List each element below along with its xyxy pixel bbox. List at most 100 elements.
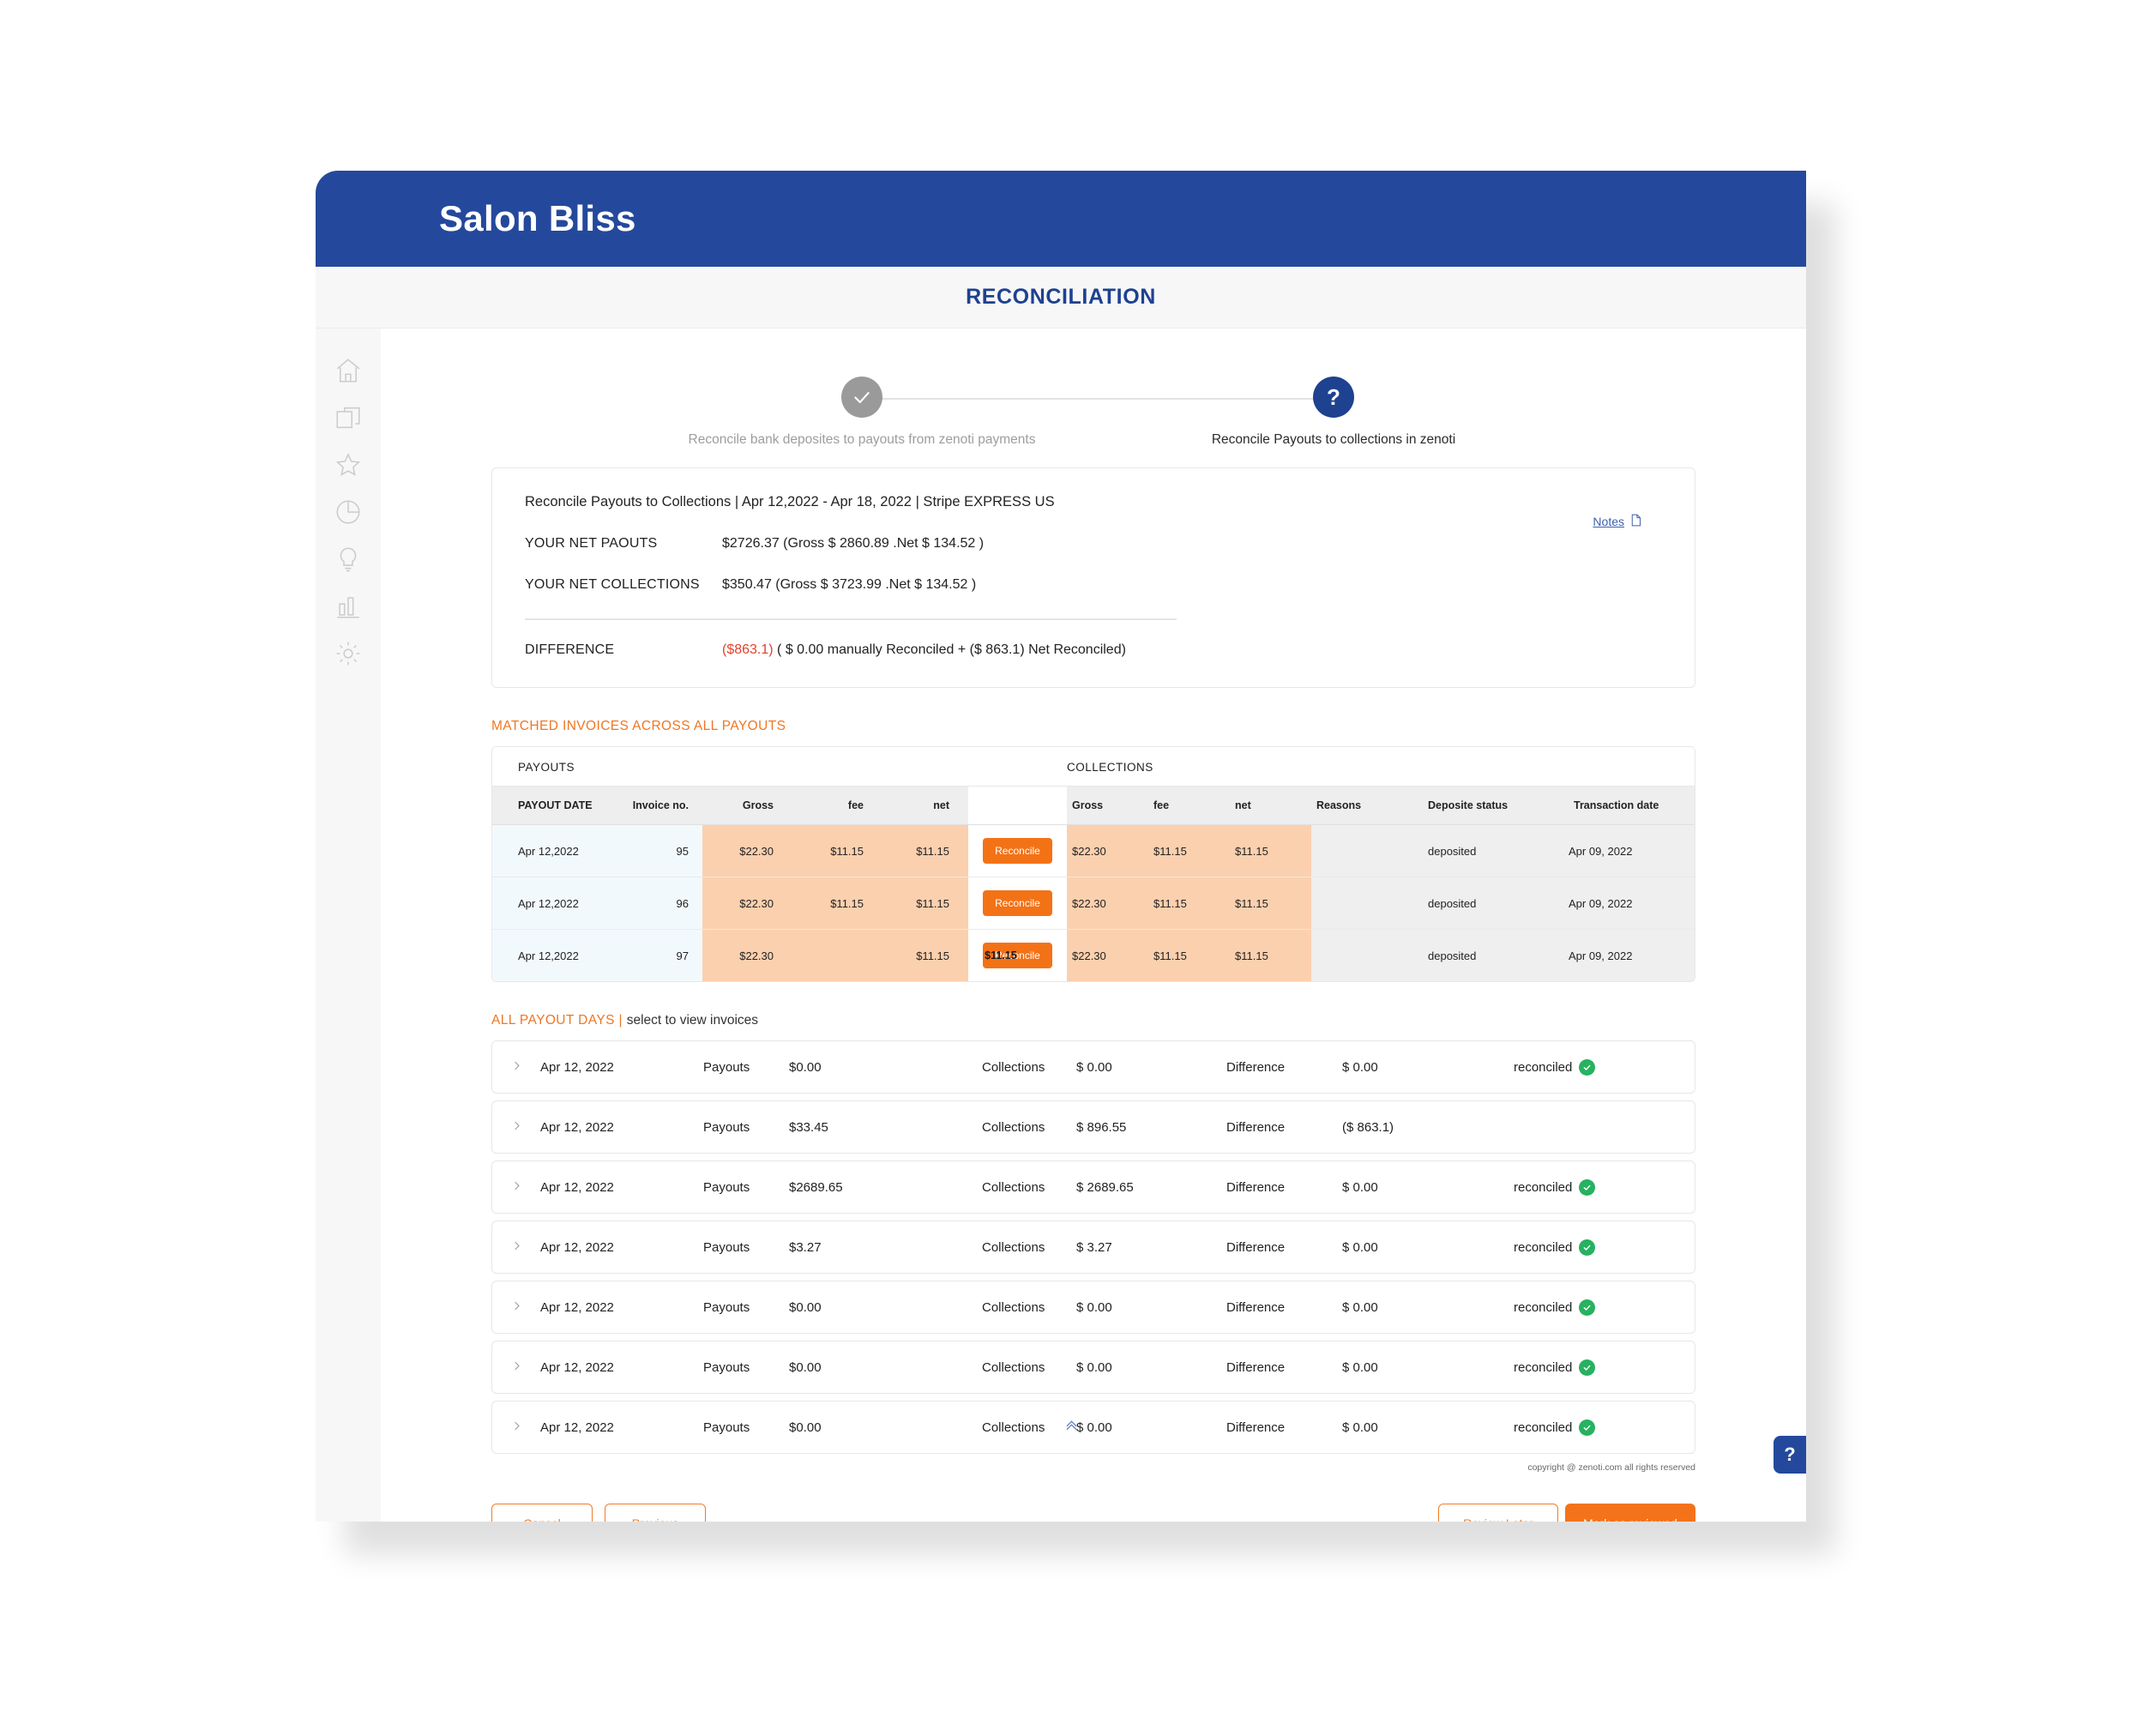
collections-label: Collections <box>982 1359 1045 1375</box>
check-circle-icon <box>1579 1299 1596 1316</box>
collections-label: Collections <box>982 1119 1045 1135</box>
cell-payout-gross: $22.30 <box>702 929 792 981</box>
difference-detail: ( $ 0.00 manually Reconciled + ($ 863.1)… <box>777 642 1126 657</box>
stepper-step-2[interactable]: ? Reconcile Payouts to collections in ze… <box>1212 370 1455 449</box>
status-badge: reconciled <box>1514 1058 1695 1076</box>
payouts-label: Payouts <box>703 1059 750 1075</box>
collections-label-text: Collections <box>982 1420 1045 1435</box>
cell-reasons <box>1311 824 1423 877</box>
reconcile-button[interactable]: Reconcile <box>983 890 1052 916</box>
table-row[interactable]: Apr 12,2022 97 $22.30 $11.15 $11.15 Reco… <box>492 929 1695 981</box>
list-item[interactable]: Apr 12, 2022 Payouts $0.00 Collections $… <box>491 1401 1695 1454</box>
home-icon[interactable] <box>334 356 363 385</box>
difference-label: Difference <box>1226 1299 1286 1315</box>
payout-day-date: Apr 12, 2022 <box>540 1239 614 1255</box>
col-payout-gross: Gross <box>702 786 792 825</box>
cell-payout-date: Apr 12,2022 <box>492 824 621 877</box>
reconciliation-summary-card: Reconcile Payouts to Collections | Apr 1… <box>491 467 1695 688</box>
heading-separator: | <box>618 1013 623 1028</box>
table-row[interactable]: Apr 12,2022 96 $22.30 $11.15 $11.15 Reco… <box>492 877 1695 930</box>
cancel-button[interactable]: Cancel <box>491 1504 593 1522</box>
pie-chart-icon[interactable] <box>334 497 363 527</box>
col-reasons: Reasons <box>1311 786 1423 825</box>
collections-label: Collections <box>982 1299 1045 1315</box>
star-icon[interactable] <box>334 450 363 479</box>
chevron-right-icon[interactable] <box>492 1359 540 1376</box>
lightbulb-icon[interactable] <box>334 545 363 574</box>
notes-link[interactable]: Notes <box>1593 513 1643 530</box>
cell-deposit-status: deposited <box>1423 929 1569 981</box>
copy-icon[interactable] <box>334 403 363 432</box>
reconcile-button[interactable]: Reconcile <box>983 838 1052 864</box>
collections-label: Collections <box>982 1239 1045 1255</box>
list-item[interactable]: Apr 12, 2022 Payouts $3.27 Collections $… <box>491 1221 1695 1274</box>
chevron-right-icon[interactable] <box>492 1239 540 1256</box>
list-item[interactable]: Apr 12, 2022 Payouts $2689.65 Collection… <box>491 1160 1695 1214</box>
difference-label: DIFFERENCE <box>525 642 615 657</box>
difference-label: Difference <box>1226 1059 1286 1075</box>
col-invoice-no: Invoice no. <box>621 786 702 825</box>
difference-value: $ 0.00 <box>1342 1059 1378 1075</box>
table-group-header-row: PAYOUTS COLLECTIONS <box>492 747 1695 787</box>
payouts-value: $0.00 <box>789 1420 822 1435</box>
mark-as-reviewed-button[interactable]: Mark as reviewed <box>1565 1504 1695 1522</box>
reconcile-button-label: Reconcile <box>995 845 1040 857</box>
status-label: reconciled <box>1514 1239 1573 1255</box>
wizard-stepper: Reconcile bank deposites to payouts from… <box>622 370 1565 459</box>
cell-transaction-date: Apr 09, 2022 <box>1569 824 1695 877</box>
previous-button[interactable]: Previous <box>605 1504 706 1522</box>
list-item[interactable]: Apr 12, 2022 Payouts $33.45 Collections … <box>491 1100 1695 1154</box>
payouts-label: Payouts <box>703 1359 750 1375</box>
chevron-right-icon[interactable] <box>492 1179 540 1196</box>
cell-payout-net: $11.15 <box>882 929 968 981</box>
collections-label: Collections <box>982 1420 1077 1435</box>
difference-value: $ 0.00 <box>1342 1299 1378 1315</box>
col-deposit-status: Deposite status <box>1423 786 1569 825</box>
review-later-button[interactable]: Review Later <box>1438 1504 1558 1522</box>
col-transaction-date: Transaction date <box>1569 786 1695 825</box>
difference-label: Difference <box>1226 1179 1286 1195</box>
cell-invoice-no[interactable]: 95 <box>621 824 702 877</box>
cell-invoice-no[interactable]: 96 <box>621 877 702 930</box>
page-title: RECONCILIATION <box>966 285 1156 309</box>
chevron-right-icon[interactable] <box>492 1059 540 1076</box>
chevron-right-icon[interactable] <box>492 1119 540 1136</box>
help-fab-button[interactable]: ? <box>1774 1436 1806 1474</box>
cell-collection-gross: $22.30 <box>1067 824 1148 877</box>
payout-day-date: Apr 12, 2022 <box>540 1420 614 1435</box>
reconcile-button[interactable]: $11.15 Reconcile <box>983 943 1052 968</box>
cell-reasons <box>1311 929 1423 981</box>
cell-collection-net: $11.15 <box>1230 877 1311 930</box>
cell-payout-fee: $11.15 <box>792 824 882 877</box>
stepper-step-1[interactable]: Reconcile bank deposites to payouts from… <box>689 370 1035 449</box>
table-column-header-row: PAYOUT DATE Invoice no. Gross fee net Gr… <box>492 786 1695 825</box>
bar-chart-icon[interactable] <box>334 592 363 621</box>
sidebar <box>316 329 381 1522</box>
group-header-payouts: PAYOUTS <box>492 747 968 787</box>
list-item[interactable]: Apr 12, 2022 Payouts $0.00 Collections $… <box>491 1281 1695 1334</box>
chevron-right-icon[interactable] <box>492 1299 540 1316</box>
cell-transaction-date: Apr 09, 2022 <box>1569 877 1695 930</box>
summary-row-difference: DIFFERENCE ($863.1) ( $ 0.00 manually Re… <box>525 642 1662 658</box>
status-label: reconciled <box>1514 1420 1573 1435</box>
difference-label: Difference <box>1226 1359 1286 1375</box>
gear-icon[interactable] <box>334 639 363 668</box>
col-collection-net: net <box>1230 786 1311 825</box>
check-circle-icon <box>1579 1359 1596 1376</box>
app-header: Salon Bliss <box>316 171 1806 267</box>
all-payout-days-subheading: select to view invoices <box>626 1013 759 1028</box>
list-item[interactable]: Apr 12, 2022 Payouts $0.00 Collections $… <box>491 1040 1695 1094</box>
group-header-collections: COLLECTIONS <box>1067 747 1695 787</box>
cell-invoice-no[interactable]: 97 <box>621 929 702 981</box>
col-action <box>968 786 1067 825</box>
screen-root: Salon Bliss RECONCILIATION Reconcile ban… <box>0 0 2144 1736</box>
cell-collection-gross: $22.30 <box>1067 877 1148 930</box>
chevron-right-icon[interactable] <box>492 1420 540 1436</box>
all-payout-days-label: ALL PAYOUT DAYS <box>491 1013 615 1028</box>
col-payout-net: net <box>882 786 968 825</box>
net-collections-value: $350.47 (Gross $ 3723.99 .Net $ 134.52 ) <box>722 577 977 592</box>
table-row[interactable]: Apr 12,2022 95 $22.30 $11.15 $11.15 Reco… <box>492 824 1695 877</box>
col-collection-gross: Gross <box>1067 786 1148 825</box>
cell-collection-fee: $11.15 <box>1148 824 1230 877</box>
list-item[interactable]: Apr 12, 2022 Payouts $0.00 Collections $… <box>491 1341 1695 1394</box>
